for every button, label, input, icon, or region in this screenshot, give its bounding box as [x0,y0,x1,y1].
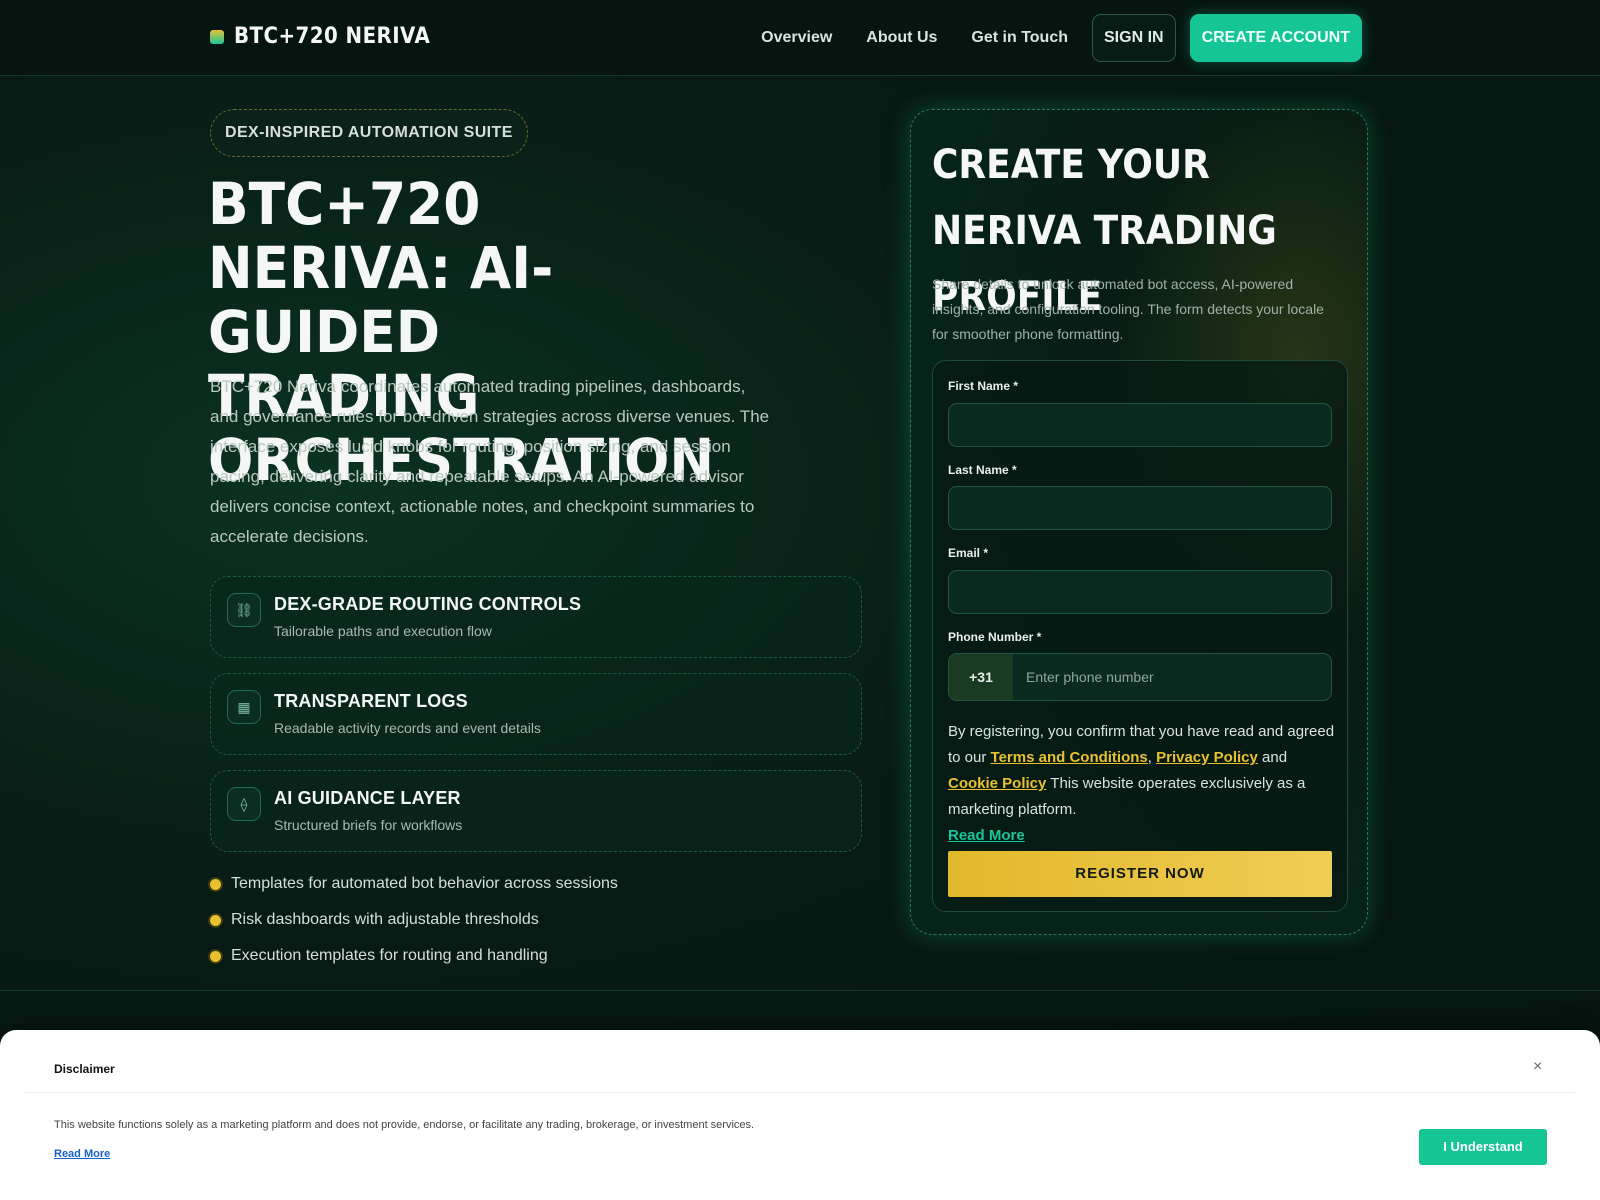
disclaimer-banner: Disclaimer × This website functions sole… [0,1030,1600,1200]
first-name-label: First Name * [948,379,1019,393]
site-header: BTC+720 NERIVA Overview About Us Get in … [0,0,1600,76]
nav-overview[interactable]: Overview [744,14,849,62]
brand-name: BTC+720 NERIVA [234,24,431,49]
feature-title: TRANSPARENT LOGS [274,691,468,711]
i-understand-button[interactable]: I Understand [1419,1129,1547,1165]
consent-text: By registering, you confirm that you hav… [948,723,1335,844]
email-field[interactable] [948,570,1332,614]
bullet-text: Templates for automated bot behavior acr… [231,875,618,892]
logs-icon: ▦ [227,690,261,724]
disclaimer-divider [25,1092,1575,1093]
hero-description: BTC+720 Neriva coordinates automated tra… [210,377,770,546]
main-nav: Overview About Us Get in Touch SIGN IN C… [744,14,1362,62]
bullet-dot-icon [210,950,221,962]
form-subtitle: Share details to unlock automated bot ac… [932,276,1324,342]
feature-subtitle: Structured briefs for workflows [274,817,463,833]
section-divider [0,990,1600,991]
last-name-label: Last Name * [948,463,1017,477]
country-code-select[interactable]: +31 [949,654,1013,700]
list-item: Risk dashboards with adjustable threshol… [210,902,618,938]
create-account-button[interactable]: CREATE ACCOUNT [1189,14,1362,62]
privacy-link[interactable]: Privacy Policy [1156,749,1258,766]
list-item: Execution templates for routing and hand… [210,938,618,974]
disclaimer-title: Disclaimer [54,1062,115,1076]
registration-card: CREATE YOUR NERIVA TRADING PROFILE Share… [910,109,1368,935]
logo-icon [210,29,224,44]
feature-title: AI GUIDANCE LAYER [274,788,461,808]
phone-input[interactable] [1013,654,1331,700]
nav-about-us[interactable]: About Us [849,14,954,62]
bullet-text: Execution templates for routing and hand… [231,947,548,964]
terms-link[interactable]: Terms and Conditions [991,749,1148,766]
read-more-link[interactable]: Read More [948,827,1025,844]
phone-label: Phone Number * [948,630,1042,644]
feature-card-routing: ⛓ DEX-GRADE ROUTING CONTROLS Tailorable … [210,576,862,658]
disclaimer-read-more-link[interactable]: Read More [54,1148,110,1160]
bullet-dot-icon [210,878,221,890]
bullet-text: Risk dashboards with adjustable threshol… [231,911,539,928]
ai-icon: ⟠ [227,787,261,821]
registration-form: First Name * Last Name * Email * Phone N… [932,360,1348,912]
feature-bullets: Templates for automated bot behavior acr… [210,866,618,974]
feature-subtitle: Tailorable paths and execution flow [274,623,492,639]
consent-and: and [1262,749,1288,766]
first-name-field[interactable] [948,403,1332,447]
feature-subtitle: Readable activity records and event deta… [274,720,541,736]
phone-field-group: +31 [948,653,1332,701]
sign-in-button[interactable]: SIGN IN [1092,14,1176,62]
nav-get-in-touch[interactable]: Get in Touch [954,14,1085,62]
feature-card-logs: ▦ TRANSPARENT LOGS Readable activity rec… [210,673,862,755]
routing-icon: ⛓ [227,593,261,627]
cookie-link[interactable]: Cookie Policy [948,775,1046,792]
hero-badge: DEX-INSPIRED AUTOMATION SUITE [210,109,528,157]
email-label: Email * [948,546,989,560]
brand[interactable]: BTC+720 NERIVA [210,24,452,49]
close-icon[interactable]: × [1533,1058,1542,1076]
register-now-button[interactable]: REGISTER NOW [948,851,1332,897]
list-item: Templates for automated bot behavior acr… [210,866,618,902]
last-name-field[interactable] [948,486,1332,530]
bullet-dot-icon [210,914,221,926]
feature-card-ai: ⟠ AI GUIDANCE LAYER Structured briefs fo… [210,770,862,852]
feature-title: DEX-GRADE ROUTING CONTROLS [274,594,582,614]
disclaimer-text: This website functions solely as a marke… [54,1119,755,1131]
